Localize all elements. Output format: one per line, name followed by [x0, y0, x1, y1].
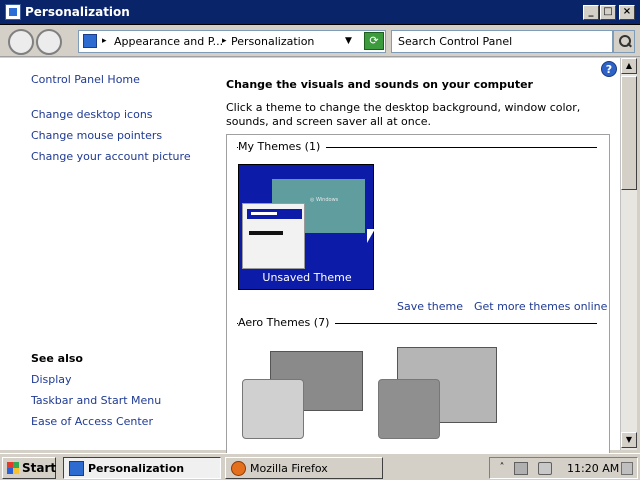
- ease-of-access-link[interactable]: Ease of Access Center: [31, 415, 153, 428]
- start-label: Start: [22, 461, 57, 475]
- clock[interactable]: 11:20 AM: [567, 462, 619, 475]
- address-bar[interactable]: ▸ Appearance and P... ▸ Personalization …: [78, 30, 386, 53]
- control-panel-icon: [5, 4, 21, 20]
- start-button[interactable]: Start: [2, 457, 56, 479]
- scroll-up-button[interactable]: ▲: [621, 58, 637, 74]
- network-icon[interactable]: [514, 462, 528, 475]
- breadcrumb-arrow-icon[interactable]: ▸: [222, 36, 227, 46]
- scroll-thumb[interactable]: [621, 76, 637, 190]
- control-panel-folder-icon: [83, 34, 97, 48]
- taskbar: Start Personalization Mozilla Firefox ˄ …: [0, 453, 640, 480]
- vertical-scrollbar[interactable]: ▲ ▼: [620, 58, 637, 450]
- theme-window-preview: [242, 203, 305, 269]
- minimize-button[interactable]: _: [583, 5, 599, 20]
- aero-theme-tile[interactable]: [242, 379, 304, 439]
- close-button[interactable]: ×: [619, 5, 635, 20]
- search-icon[interactable]: [613, 30, 635, 53]
- content-area: Control Panel Home Change desktop icons …: [0, 58, 620, 454]
- navigation-bar: ▸ Appearance and P... ▸ Personalization …: [0, 26, 640, 57]
- breadcrumb-arrow-icon[interactable]: ▸: [102, 36, 107, 46]
- taskbar-firefox-button[interactable]: Mozilla Firefox: [225, 457, 383, 479]
- display-link[interactable]: Display: [31, 373, 72, 386]
- main-pane: Change the visuals and sounds on your co…: [226, 58, 616, 454]
- back-button[interactable]: [8, 29, 34, 55]
- save-theme-link[interactable]: Save theme: [397, 300, 463, 313]
- volume-muted-icon[interactable]: [538, 462, 552, 475]
- unsaved-theme-label: Unsaved Theme: [262, 271, 352, 284]
- change-account-picture-link[interactable]: Change your account picture: [31, 150, 191, 163]
- title-bar: Personalization _ □ ×: [0, 0, 640, 25]
- taskbar-start-menu-link[interactable]: Taskbar and Start Menu: [31, 394, 161, 407]
- search-input[interactable]: Search Control Panel: [391, 30, 613, 53]
- refresh-button[interactable]: ⟳: [364, 32, 384, 50]
- get-more-themes-link[interactable]: Get more themes online: [474, 300, 607, 313]
- change-desktop-icons-link[interactable]: Change desktop icons: [31, 108, 153, 121]
- left-navigation: Control Panel Home Change desktop icons …: [0, 58, 210, 450]
- see-also-heading: See also: [31, 352, 83, 365]
- mouse-cursor-icon: [366, 228, 376, 244]
- forward-button[interactable]: [36, 29, 62, 55]
- page-title: Change the visuals and sounds on your co…: [226, 78, 533, 91]
- aero-theme-tile[interactable]: [378, 379, 440, 439]
- my-themes-heading: My Themes (1): [238, 140, 327, 153]
- control-panel-icon: [69, 461, 84, 476]
- themes-panel: My Themes (1) ◎ Windows Unsaved Theme Sa…: [226, 134, 610, 454]
- unsaved-theme-tile[interactable]: ◎ Windows Unsaved Theme: [238, 164, 376, 290]
- task-label: Personalization: [88, 462, 185, 475]
- show-hidden-icons-icon[interactable]: ˄: [495, 462, 509, 475]
- window-title: Personalization: [25, 5, 130, 19]
- aero-themes-heading: Aero Themes (7): [238, 316, 336, 329]
- maximize-button[interactable]: □: [600, 5, 616, 20]
- windows-logo-icon: [7, 462, 19, 474]
- help-icon[interactable]: ?: [601, 61, 617, 77]
- scroll-down-button[interactable]: ▼: [621, 432, 637, 448]
- breadcrumb-appearance[interactable]: Appearance and P...: [114, 35, 223, 48]
- taskbar-personalization-button[interactable]: Personalization: [63, 457, 221, 479]
- system-tray: ˄ 11:20 AM: [489, 457, 638, 479]
- task-label: Mozilla Firefox: [250, 462, 328, 475]
- change-mouse-pointers-link[interactable]: Change mouse pointers: [31, 129, 162, 142]
- page-description: Click a theme to change the desktop back…: [226, 101, 581, 128]
- show-desktop-icon[interactable]: [621, 462, 633, 475]
- breadcrumb-personalization[interactable]: Personalization: [231, 35, 314, 48]
- firefox-icon: [231, 461, 246, 476]
- control-panel-home-link[interactable]: Control Panel Home: [31, 73, 140, 86]
- address-dropdown-icon[interactable]: ▼: [345, 36, 352, 46]
